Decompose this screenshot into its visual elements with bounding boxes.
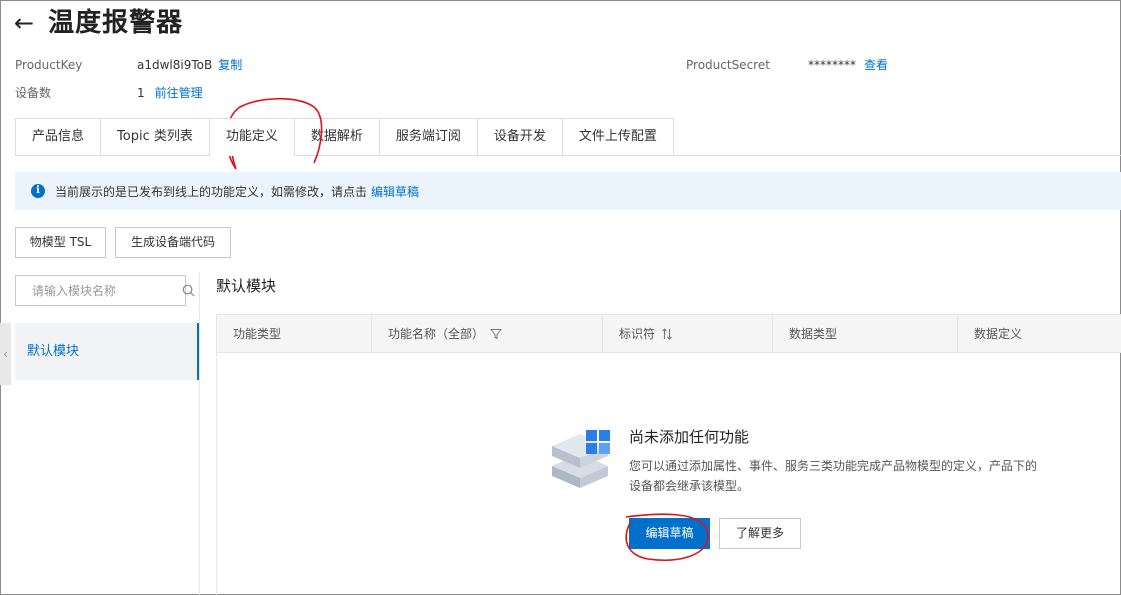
- collapse-handle-icon[interactable]: ‹: [0, 323, 11, 385]
- device-count-label: 设备数: [15, 86, 52, 100]
- column-data-type: 数据类型: [773, 315, 958, 352]
- notice-edit-draft-link[interactable]: 编辑草稿: [371, 183, 419, 200]
- generate-code-button[interactable]: 生成设备端代码: [115, 227, 231, 258]
- manage-devices-link[interactable]: 前往管理: [155, 86, 203, 100]
- module-search: [15, 275, 195, 306]
- tab-topic-list[interactable]: Topic 类列表: [101, 118, 210, 156]
- product-key-row: ProductKey a1dwl8i9ToB 复制: [15, 57, 242, 73]
- function-table: 功能类型 功能名称（全部） 标识符 数据类型 数据定义: [216, 314, 1121, 595]
- module-search-input[interactable]: [16, 283, 182, 298]
- column-function-type: 功能类型: [217, 315, 372, 352]
- tsl-button[interactable]: 物模型 TSL: [15, 227, 106, 258]
- empty-state-description: 您可以通过添加属性、事件、服务三类功能完成产品物模型的定义，产品下的设备都会继承…: [629, 459, 1038, 493]
- product-key-label: ProductKey: [15, 58, 83, 72]
- search-icon[interactable]: [182, 284, 195, 297]
- tab-data-parsing[interactable]: 数据解析: [294, 118, 380, 156]
- tab-file-upload-config[interactable]: 文件上传配置: [562, 118, 674, 156]
- product-secret-label: ProductSecret: [686, 58, 770, 72]
- tab-server-subscription[interactable]: 服务端订阅: [379, 118, 478, 156]
- table-header: 功能类型 功能名称（全部） 标识符 数据类型 数据定义: [217, 315, 1121, 353]
- tab-function-definition[interactable]: 功能定义: [209, 118, 295, 156]
- sort-icon[interactable]: [661, 327, 673, 340]
- sidebar-item-default-module[interactable]: 默认模块: [15, 323, 199, 380]
- page-header: ← 温度报警器: [14, 6, 183, 40]
- learn-more-button[interactable]: 了解更多: [719, 518, 801, 549]
- empty-state-title: 尚未添加任何功能: [629, 428, 750, 446]
- filter-icon[interactable]: [490, 328, 503, 340]
- back-arrow-icon[interactable]: ←: [14, 6, 34, 40]
- page-title: 温度报警器: [48, 8, 184, 38]
- sidebar-divider: [199, 273, 200, 595]
- device-count-row: 设备数 1 前往管理: [15, 85, 203, 101]
- empty-state-illustration-icon: [550, 420, 614, 495]
- product-secret-row: ProductSecret ******** 查看: [686, 57, 888, 73]
- tab-bar: 产品信息 Topic 类列表 功能定义 数据解析 服务端订阅 设备开发 文件上传…: [15, 118, 674, 156]
- tab-device-development[interactable]: 设备开发: [477, 118, 563, 156]
- column-function-name[interactable]: 功能名称（全部）: [372, 315, 603, 352]
- product-key-value: a1dwl8i9ToB: [137, 58, 213, 72]
- section-title: 默认模块: [216, 277, 277, 295]
- column-data-definition: 数据定义: [974, 326, 1023, 341]
- info-notice: i 当前展示的是已发布到线上的功能定义，如需修改，请点击 编辑草稿: [15, 172, 1121, 210]
- info-icon: i: [31, 184, 45, 198]
- copy-link[interactable]: 复制: [218, 58, 242, 72]
- product-secret-value: ********: [808, 58, 856, 72]
- notice-text: 当前展示的是已发布到线上的功能定义，如需修改，请点击: [55, 184, 368, 199]
- tab-product-info[interactable]: 产品信息: [15, 118, 102, 156]
- edit-draft-button[interactable]: 编辑草稿: [629, 518, 710, 549]
- column-identifier[interactable]: 标识符: [603, 315, 773, 352]
- device-count-value: 1: [137, 86, 145, 100]
- view-secret-link[interactable]: 查看: [864, 58, 888, 72]
